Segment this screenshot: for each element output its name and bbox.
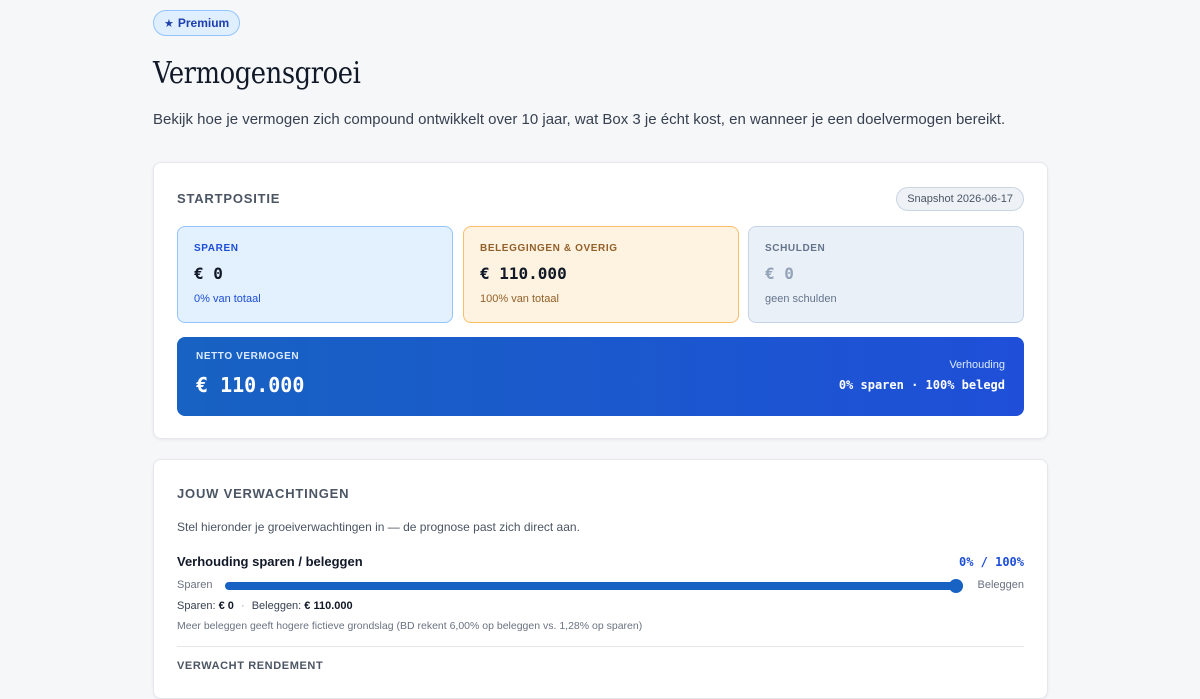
rendement-title: VERWACHT RENDEMENT xyxy=(177,660,324,672)
verhouding-label: Verhouding xyxy=(949,359,1005,371)
grondslag-note: Meer beleggen geeft hogere fictieve gron… xyxy=(177,620,643,632)
tile-schulden: SCHULDEN € 0 geen schulden xyxy=(748,226,1024,323)
ratio-value: 0% / 100% xyxy=(958,555,1024,569)
tile-beleggingen-sub: 100% van totaal xyxy=(480,293,559,305)
netto-vermogen-banner: NETTO VERMOGEN € 110.000 Verhouding 0% s… xyxy=(177,337,1024,416)
ratio-slider-fill xyxy=(225,582,963,590)
premium-label: Premium xyxy=(177,16,230,30)
tile-beleggingen: BELEGGINGEN & OVERIG € 110.000 100% van … xyxy=(463,226,739,323)
verwachtingen-title: JOUW VERWACHTINGEN xyxy=(177,486,350,501)
netto-value: € 110.000 xyxy=(196,373,305,397)
section-divider xyxy=(177,646,1024,647)
snapshot-badge: Snapshot 2026-06-17 xyxy=(896,187,1024,211)
tile-schulden-sub: geen schulden xyxy=(765,293,837,305)
tile-schulden-value: € 0 xyxy=(765,264,794,283)
page-title: Vermogensgroei xyxy=(153,56,361,91)
startpositie-title: STARTPOSITIE xyxy=(177,191,281,206)
sparen-amount-value: € 0 xyxy=(218,600,234,612)
tile-sparen-label: SPAREN xyxy=(194,243,239,254)
amount-separator: · xyxy=(240,600,245,612)
startpositie-card: STARTPOSITIE Snapshot 2026-06-17 SPAREN … xyxy=(153,162,1048,439)
tile-sparen-sub: 0% van totaal xyxy=(194,293,261,305)
ratio-label: Verhouding sparen / beleggen xyxy=(177,554,363,569)
ratio-slider-thumb[interactable] xyxy=(949,579,963,593)
ratio-slider[interactable] xyxy=(225,579,963,593)
tile-sparen: SPAREN € 0 0% van totaal xyxy=(177,226,453,323)
verwachtingen-card: JOUW VERWACHTINGEN Stel hieronder je gro… xyxy=(153,459,1048,699)
beleggen-amount-value: € 110.000 xyxy=(304,600,353,612)
page-intro: Bekijk hoe je vermogen zich compound ont… xyxy=(153,111,1006,128)
verhouding-value: 0% sparen · 100% belegd xyxy=(838,378,1005,392)
star-icon: ★ xyxy=(164,17,174,30)
netto-label: NETTO VERMOGEN xyxy=(196,351,300,362)
premium-badge: ★ Premium xyxy=(153,10,241,36)
tile-beleggingen-value: € 110.000 xyxy=(480,264,567,283)
verwachtingen-description: Stel hieronder je groeiverwachtingen in … xyxy=(177,520,580,534)
slider-right-label: Beleggen xyxy=(977,579,1025,591)
sparen-amount-label: Sparen: xyxy=(177,600,216,612)
allocation-amounts: Sparen: € 0 · Beleggen: € 110.000 xyxy=(177,600,353,612)
slider-left-label: Sparen xyxy=(177,579,213,591)
tile-schulden-label: SCHULDEN xyxy=(765,243,826,254)
beleggen-amount-label: Beleggen: xyxy=(251,600,302,612)
tile-sparen-value: € 0 xyxy=(194,264,223,283)
tile-beleggingen-label: BELEGGINGEN & OVERIG xyxy=(480,243,618,254)
